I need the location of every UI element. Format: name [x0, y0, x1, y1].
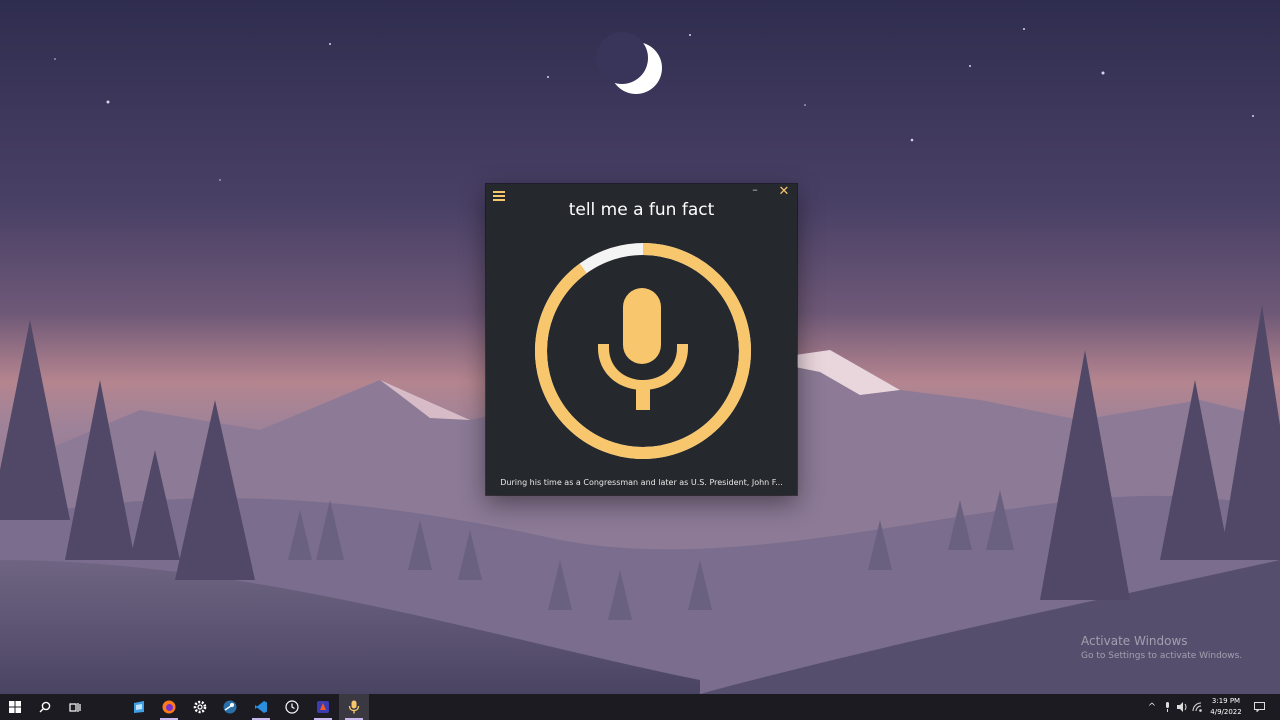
- assistant-icon[interactable]: [339, 694, 369, 720]
- notification-icon[interactable]: [1252, 694, 1266, 720]
- volume-icon[interactable]: [1175, 694, 1189, 720]
- assistant-window[interactable]: – ✕ tell me a fun fact During his time a…: [486, 184, 797, 495]
- settings-icon[interactable]: [185, 694, 215, 720]
- response-text: During his time as a Congressman and lat…: [500, 478, 783, 487]
- desktop: – ✕ tell me a fun fact During his time a…: [0, 0, 1280, 694]
- clock-app-icon[interactable]: [277, 694, 307, 720]
- search-icon[interactable]: [30, 694, 60, 720]
- clock-date: 4/9/2022: [1210, 708, 1242, 716]
- query-text: tell me a fun fact: [568, 200, 715, 220]
- start-icon[interactable]: [0, 694, 30, 720]
- chevron-up-icon[interactable]: ^: [1145, 694, 1159, 720]
- microphone-icon: [598, 288, 688, 410]
- watermark-title: Activate Windows: [1081, 634, 1188, 648]
- close-button[interactable]: ✕: [776, 184, 792, 200]
- clock[interactable]: 3:19 PM 4/9/2022: [1203, 696, 1249, 718]
- microphone-button[interactable]: [532, 240, 754, 462]
- vscode-icon[interactable]: [246, 694, 276, 720]
- app-icon[interactable]: [124, 694, 154, 720]
- watermark-subtitle: Go to Settings to activate Windows.: [1081, 651, 1243, 661]
- clock-time: 3:19 PM: [1211, 697, 1241, 705]
- minimize-button[interactable]: –: [748, 184, 762, 200]
- microphone-tray-icon[interactable]: [1160, 694, 1174, 720]
- app-icon[interactable]: [308, 694, 338, 720]
- activate-windows-watermark: Activate Windows Go to Settings to activ…: [1081, 634, 1242, 661]
- steam-icon[interactable]: [215, 694, 245, 720]
- task-view-icon[interactable]: [60, 694, 90, 720]
- taskbar: ^ 3:19 PM 4/9/2022: [0, 694, 1280, 720]
- firefox-icon[interactable]: [154, 694, 184, 720]
- network-icon[interactable]: [1190, 694, 1204, 720]
